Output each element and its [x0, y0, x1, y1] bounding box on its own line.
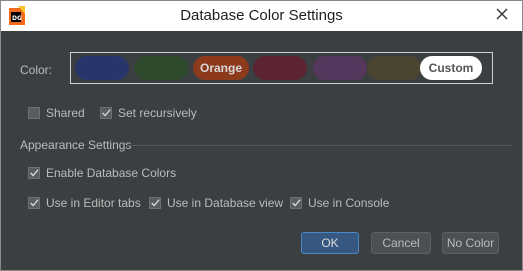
no-color-button[interactable]: No Color	[442, 232, 499, 254]
swatch-purple[interactable]	[313, 56, 367, 80]
enable-colors-label: Enable Database Colors	[46, 166, 177, 180]
checkmark-icon	[102, 109, 111, 117]
recursive-checkbox[interactable]	[100, 107, 112, 119]
checkmark-icon	[30, 199, 39, 207]
dialog-content: Color: Orange Custom Shared Set recursiv…	[1, 31, 522, 270]
swatch-green[interactable]	[134, 56, 188, 80]
editor-tabs-option[interactable]: Use in Editor tabs	[28, 196, 141, 210]
recursive-option[interactable]: Set recursively	[100, 106, 197, 120]
swatch-blue[interactable]	[75, 56, 129, 80]
console-option[interactable]: Use in Console	[290, 196, 389, 210]
editor-tabs-checkbox[interactable]	[28, 197, 40, 209]
color-swatch-group: Orange Custom	[70, 52, 493, 84]
checkmark-icon	[292, 199, 301, 207]
checkmark-icon	[151, 199, 160, 207]
enable-colors-checkbox[interactable]	[28, 167, 40, 179]
appearance-section-title: Appearance Settings	[20, 138, 132, 152]
close-icon	[496, 8, 508, 20]
console-checkbox[interactable]	[290, 197, 302, 209]
swatch-olive[interactable]	[367, 56, 421, 80]
swatch-custom[interactable]: Custom	[420, 56, 482, 80]
database-view-checkbox[interactable]	[149, 197, 161, 209]
title-bar: DG Database Color Settings	[1, 1, 522, 31]
console-label: Use in Console	[308, 196, 390, 210]
database-view-label: Use in Database view	[167, 196, 284, 210]
section-divider	[126, 145, 512, 146]
color-label: Color:	[20, 63, 53, 77]
swatch-red[interactable]	[253, 56, 307, 80]
cancel-button[interactable]: Cancel	[371, 232, 431, 254]
swatch-orange[interactable]: Orange	[193, 56, 249, 80]
checkmark-icon	[30, 169, 39, 177]
swatch-orange-label: Orange	[199, 61, 242, 75]
shared-label: Shared	[46, 106, 85, 120]
dialog-window: DG Database Color Settings Color: Orange…	[0, 0, 523, 271]
close-button[interactable]	[490, 3, 514, 25]
shared-option[interactable]: Shared	[28, 106, 85, 120]
enable-colors-option[interactable]: Enable Database Colors	[28, 166, 176, 180]
swatch-custom-label: Custom	[428, 61, 474, 75]
shared-checkbox[interactable]	[28, 107, 40, 119]
ok-button[interactable]: OK	[301, 232, 359, 254]
window-title: Database Color Settings	[180, 7, 343, 24]
database-view-option[interactable]: Use in Database view	[149, 196, 283, 210]
recursive-label: Set recursively	[118, 106, 197, 120]
editor-tabs-label: Use in Editor tabs	[46, 196, 141, 210]
